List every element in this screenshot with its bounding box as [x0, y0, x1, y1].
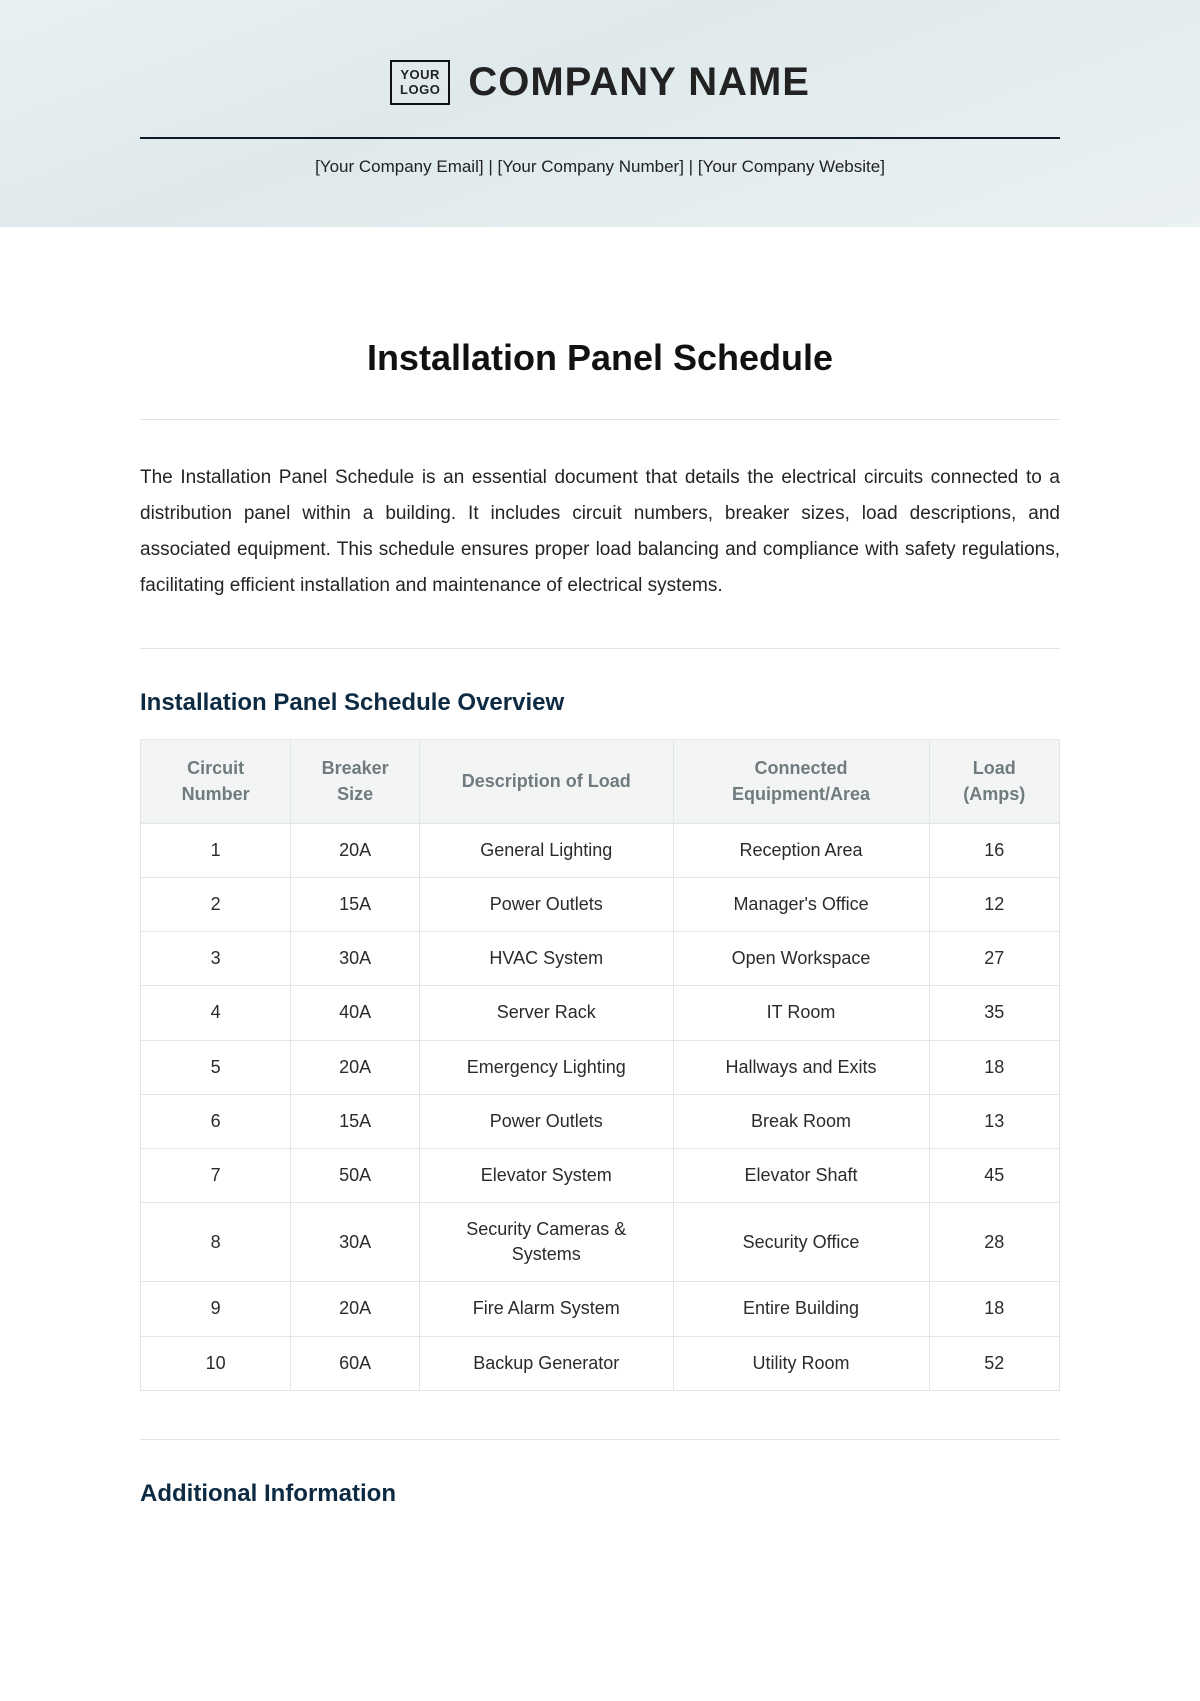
logo-placeholder: YOUR LOGO	[390, 60, 450, 105]
table-cell: 7	[141, 1148, 291, 1202]
table-cell: Fire Alarm System	[419, 1282, 673, 1336]
table-cell: Break Room	[673, 1094, 929, 1148]
table-cell: Backup Generator	[419, 1336, 673, 1390]
table-cell: 50A	[291, 1148, 420, 1202]
table-row: 520AEmergency LightingHallways and Exits…	[141, 1040, 1060, 1094]
table-cell: 30A	[291, 1203, 420, 1282]
separator-2: |	[684, 157, 698, 176]
table-cell: Security Office	[673, 1203, 929, 1282]
table-cell: HVAC System	[419, 932, 673, 986]
col-breaker-size: Breaker Size	[291, 740, 420, 823]
table-cell: Open Workspace	[673, 932, 929, 986]
table-row: 830ASecurity Cameras & SystemsSecurity O…	[141, 1203, 1060, 1282]
contact-website: [Your Company Website]	[698, 157, 885, 176]
table-cell: 52	[929, 1336, 1060, 1390]
table-cell: 18	[929, 1040, 1060, 1094]
table-cell: 4	[141, 986, 291, 1040]
table-cell: 30A	[291, 932, 420, 986]
table-cell: Security Cameras & Systems	[419, 1203, 673, 1282]
table-cell: 3	[141, 932, 291, 986]
table-cell: 15A	[291, 877, 420, 931]
table-divider	[140, 1439, 1060, 1440]
intro-divider	[140, 648, 1060, 649]
table-cell: Entire Building	[673, 1282, 929, 1336]
title-divider	[140, 419, 1060, 420]
overview-heading: Installation Panel Schedule Overview	[140, 689, 1060, 717]
table-cell: 6	[141, 1094, 291, 1148]
logo-line-1: YOUR	[400, 68, 440, 82]
table-cell: 60A	[291, 1336, 420, 1390]
table-row: 120AGeneral LightingReception Area16	[141, 823, 1060, 877]
table-cell: Server Rack	[419, 986, 673, 1040]
contact-line: [Your Company Email] | [Your Company Num…	[140, 157, 1060, 177]
contact-number: [Your Company Number]	[497, 157, 683, 176]
table-cell: IT Room	[673, 986, 929, 1040]
table-cell: 18	[929, 1282, 1060, 1336]
table-row: 1060ABackup GeneratorUtility Room52	[141, 1336, 1060, 1390]
table-cell: 13	[929, 1094, 1060, 1148]
table-cell: 35	[929, 986, 1060, 1040]
content: Installation Panel Schedule The Installa…	[140, 227, 1060, 1590]
separator-1: |	[484, 157, 498, 176]
logo-line-2: LOGO	[400, 83, 440, 97]
table-cell: Power Outlets	[419, 1094, 673, 1148]
additional-heading: Additional Information	[140, 1480, 1060, 1508]
table-cell: General Lighting	[419, 823, 673, 877]
table-cell: Hallways and Exits	[673, 1040, 929, 1094]
table-cell: Utility Room	[673, 1336, 929, 1390]
table-cell: 1	[141, 823, 291, 877]
company-name: COMPANY NAME	[468, 60, 810, 105]
page-title: Installation Panel Schedule	[140, 337, 1060, 379]
col-connected-area: Connected Equipment/Area	[673, 740, 929, 823]
table-cell: 20A	[291, 1040, 420, 1094]
table-cell: 8	[141, 1203, 291, 1282]
table-cell: Power Outlets	[419, 877, 673, 931]
table-cell: 45	[929, 1148, 1060, 1202]
table-cell: 5	[141, 1040, 291, 1094]
header-inner: YOUR LOGO COMPANY NAME [Your Company Ema…	[140, 60, 1060, 177]
table-cell: 20A	[291, 823, 420, 877]
table-cell: 15A	[291, 1094, 420, 1148]
table-row: 920AFire Alarm SystemEntire Building18	[141, 1282, 1060, 1336]
col-description: Description of Load	[419, 740, 673, 823]
table-cell: Manager's Office	[673, 877, 929, 931]
table-row: 330AHVAC SystemOpen Workspace27	[141, 932, 1060, 986]
table-cell: Elevator Shaft	[673, 1148, 929, 1202]
table-cell: Reception Area	[673, 823, 929, 877]
table-header-row: Circuit Number Breaker Size Description …	[141, 740, 1060, 823]
table-cell: 16	[929, 823, 1060, 877]
table-row: 215APower OutletsManager's Office12	[141, 877, 1060, 931]
table-row: 750AElevator SystemElevator Shaft45	[141, 1148, 1060, 1202]
contact-email: [Your Company Email]	[315, 157, 484, 176]
table-cell: 12	[929, 877, 1060, 931]
table-row: 615APower OutletsBreak Room13	[141, 1094, 1060, 1148]
table-cell: 2	[141, 877, 291, 931]
table-cell: 10	[141, 1336, 291, 1390]
panel-schedule-table: Circuit Number Breaker Size Description …	[140, 739, 1060, 1390]
table-cell: 9	[141, 1282, 291, 1336]
table-cell: Emergency Lighting	[419, 1040, 673, 1094]
table-row: 440AServer RackIT Room35	[141, 986, 1060, 1040]
col-circuit-number: Circuit Number	[141, 740, 291, 823]
table-cell: 40A	[291, 986, 420, 1040]
table-cell: 20A	[291, 1282, 420, 1336]
logo-row: YOUR LOGO COMPANY NAME	[140, 60, 1060, 105]
table-cell: 28	[929, 1203, 1060, 1282]
header-band: YOUR LOGO COMPANY NAME [Your Company Ema…	[0, 0, 1200, 227]
col-load-amps: Load (Amps)	[929, 740, 1060, 823]
table-cell: Elevator System	[419, 1148, 673, 1202]
table-cell: 27	[929, 932, 1060, 986]
header-divider	[140, 137, 1060, 139]
intro-paragraph: The Installation Panel Schedule is an es…	[140, 460, 1060, 604]
